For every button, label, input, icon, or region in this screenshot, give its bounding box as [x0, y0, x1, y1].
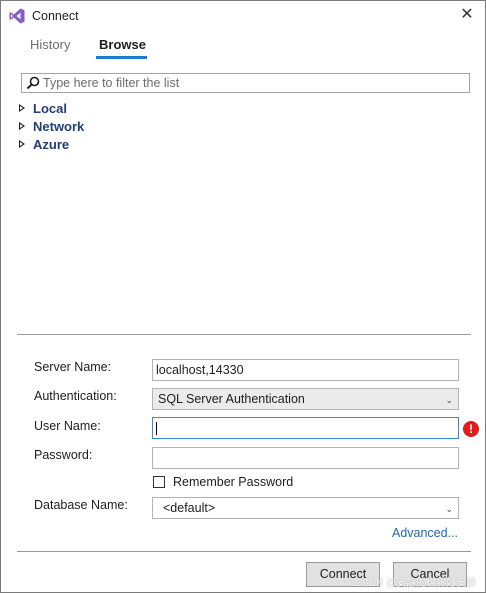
database-name-value: <default>: [163, 501, 216, 515]
remember-password-label[interactable]: Remember Password: [173, 475, 293, 489]
chevron-down-icon: ⌄: [445, 395, 453, 405]
separator: [17, 551, 471, 552]
title-bar: Connect ✕: [1, 1, 485, 31]
tab-history[interactable]: History: [30, 37, 70, 52]
authentication-value: SQL Server Authentication: [158, 392, 305, 406]
connect-dialog: Connect ✕ History Browse Local Network A…: [0, 0, 486, 593]
database-name-select[interactable]: <default> ⌄: [152, 497, 459, 519]
search-icon: [26, 76, 40, 90]
password-field[interactable]: [152, 447, 459, 469]
password-input[interactable]: [153, 448, 458, 468]
server-name-label: Server Name:: [34, 360, 112, 374]
visual-studio-logo-icon: [9, 8, 25, 24]
authentication-label: Authentication:: [34, 389, 117, 403]
window-title: Connect: [32, 9, 79, 23]
user-name-label: User Name:: [34, 419, 101, 433]
user-name-field[interactable]: [152, 417, 459, 439]
tree-item-label: Network: [33, 119, 85, 134]
server-name-field[interactable]: [152, 359, 459, 381]
tree-item-label: Local: [33, 101, 67, 116]
tab-browse[interactable]: Browse: [99, 37, 146, 52]
advanced-link[interactable]: Advanced...: [392, 526, 458, 540]
server-name-input[interactable]: [153, 360, 458, 380]
checkbox-box[interactable]: [153, 476, 165, 488]
error-icon: !: [463, 421, 479, 437]
text-caret: [156, 422, 157, 435]
filter-input[interactable]: [43, 75, 463, 91]
expand-arrow-icon[interactable]: [19, 140, 25, 148]
tree-item-network[interactable]: Network: [19, 119, 84, 137]
tree-item-label: Azure: [33, 137, 70, 152]
close-icon[interactable]: ✕: [457, 5, 477, 25]
user-name-input[interactable]: [153, 418, 458, 438]
database-name-label: Database Name:: [34, 498, 128, 512]
authentication-select[interactable]: SQL Server Authentication ⌄: [152, 388, 459, 410]
password-label: Password:: [34, 448, 93, 462]
separator: [17, 334, 471, 335]
filter-box[interactable]: [21, 73, 470, 93]
chevron-down-icon: ⌄: [445, 504, 453, 514]
watermark: CSDN @安静的世界好安静: [355, 578, 477, 589]
expand-arrow-icon[interactable]: [19, 122, 25, 130]
tree-item-local[interactable]: Local: [19, 101, 67, 119]
tree-item-azure[interactable]: Azure: [19, 137, 69, 155]
active-tab-indicator: [96, 56, 147, 59]
expand-arrow-icon[interactable]: [19, 104, 25, 112]
